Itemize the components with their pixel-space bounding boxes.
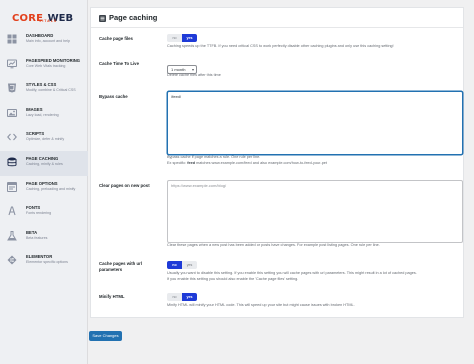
url-params-description-2: If you enable this setting you should al… — [167, 277, 299, 281]
cache-page-files-toggle[interactable]: no yes — [167, 34, 197, 42]
clear-on-post-placeholder: https://www.example.com/blog/ — [171, 183, 227, 188]
example-keyword: feed — [187, 161, 196, 165]
cache-page-files-description: Caching speeds up the TTFB. If you need … — [167, 44, 394, 48]
code-icon — [7, 132, 17, 142]
sidebar-item-page-options[interactable]: Page Options Caching, preloading and min… — [0, 176, 88, 201]
sidebar-item-subtitle: Fonts rendering — [26, 211, 52, 216]
clear-on-post-label: Clear pages on new post — [99, 183, 150, 188]
sidebar-item-page-caching[interactable]: Page Caching Caching, minify & rules — [0, 150, 88, 176]
sidebar-item-styles-css[interactable]: Styles & CSS Modify, combine & Critical … — [0, 77, 88, 102]
url-params-toggle[interactable]: no yes — [167, 261, 197, 269]
example-suffix: matches www.example.com/feed and also ex… — [195, 161, 327, 165]
sidebar-item-beta[interactable]: Beta Beta features — [0, 225, 88, 250]
chevron-down-icon: ▾ — [191, 67, 194, 72]
sidebar-item-dashboard[interactable]: Dashboard Main info, account and help — [0, 28, 88, 53]
example-prefix: Ex specific: — [167, 161, 188, 165]
sidebar-item-subtitle: Caching, preloading and minify — [26, 186, 76, 191]
sidebar: CORE WEB VITALS Dashboard Main info, acc… — [0, 0, 88, 364]
sidebar-item-title: Beta — [26, 229, 38, 235]
sidebar-item-title: Pagespeed Monitoring — [26, 57, 81, 63]
settings-panel: Page caching Cache page files no yes Cac… — [90, 7, 464, 318]
sidebar-item-subtitle: Core Web Vitals tracking — [26, 63, 66, 68]
sidebar-item-scripts[interactable]: Scripts Optimize, defer & minify — [0, 126, 88, 151]
sidebar-item-subtitle: Elementor specific options — [26, 260, 68, 265]
clear-on-post-textarea[interactable]: https://www.example.com/blog/ — [167, 180, 463, 243]
sidebar-item-title: Styles & CSS — [26, 82, 57, 88]
image-icon — [7, 108, 17, 118]
sidebar-item-title: Dashboard — [26, 33, 54, 38]
url-params-label-line1: Cache pages with url — [99, 261, 142, 266]
save-changes-button[interactable]: Save Changes — [89, 331, 122, 341]
cache-ttl-label: Cache Time To Live — [99, 61, 139, 66]
dashboard-icon — [7, 34, 17, 44]
sidebar-item-subtitle: Optimize, defer & minify — [26, 137, 65, 142]
css-icon — [7, 83, 17, 93]
sidebar-item-fonts[interactable]: Fonts Fonts rendering — [0, 200, 88, 225]
url-params-label: Cache pages with url parameters — [99, 261, 142, 272]
url-params-label-line2: parameters — [99, 266, 123, 272]
sidebar-item-title: Images — [26, 106, 43, 112]
page-title: Page caching — [109, 13, 158, 22]
toggle-yes[interactable]: yes — [182, 261, 197, 269]
toggle-yes[interactable]: yes — [182, 34, 197, 42]
page-options-icon — [7, 181, 17, 192]
cache-ttl-value: 1 month — [171, 67, 186, 72]
bypass-cache-label: Bypass cache — [99, 94, 128, 99]
cache-page-files-label: Cache page files — [99, 36, 133, 41]
sidebar-item-subtitle: Beta features — [26, 235, 48, 240]
bypass-cache-value: /feed/ — [171, 94, 182, 99]
logo: CORE WEB VITALS — [12, 8, 82, 24]
beta-icon — [7, 230, 17, 241]
elementor-icon — [7, 255, 17, 265]
url-params-description-1: Usually you want to disable this setting… — [167, 271, 417, 275]
bypass-cache-example: Ex specific: feed matches www.example.co… — [167, 161, 327, 167]
minify-html-label: Minify HTML — [99, 294, 125, 299]
list-icon — [99, 15, 106, 22]
title-divider — [91, 27, 463, 28]
logo-subtitle: VITALS — [39, 19, 58, 23]
sidebar-item-elementor[interactable]: Elementor Elementor specific options — [0, 249, 88, 274]
sidebar-item-images[interactable]: Images Lazy load, rendering — [0, 102, 88, 127]
clear-on-post-help: Clear these pages when a new post has be… — [167, 243, 380, 247]
cache-ttl-description: Delete cache files after this time — [167, 73, 221, 77]
toggle-no[interactable]: no — [167, 261, 182, 269]
sidebar-item-pagespeed-monitoring[interactable]: Pagespeed Monitoring Core Web Vitals tra… — [0, 53, 88, 78]
sidebar-item-title: Page Options — [26, 180, 58, 186]
sidebar-item-subtitle: Caching, minify & rules — [26, 161, 63, 166]
minify-html-toggle[interactable]: no yes — [167, 293, 197, 301]
sidebar-item-title: Scripts — [26, 131, 45, 137]
sidebar-item-title: Page Caching — [26, 155, 59, 161]
bypass-cache-help: Bypass cache if page matches a rule. One… — [167, 155, 261, 159]
sidebar-nav: Dashboard Main info, account and help Pa… — [0, 28, 88, 274]
sidebar-item-subtitle: Main info, account and help — [26, 39, 70, 43]
toggle-no[interactable]: no — [167, 293, 182, 301]
sidebar-item-subtitle: Lazy load, rendering — [26, 112, 59, 117]
minify-html-description: Minify HTML will minify your HTML code. … — [167, 303, 355, 307]
bypass-cache-textarea[interactable]: /feed/ — [167, 91, 463, 155]
font-icon — [7, 206, 17, 216]
sidebar-item-title: Fonts — [26, 205, 41, 211]
sidebar-item-subtitle: Modify, combine & Critical CSS — [26, 88, 76, 93]
toggle-yes[interactable]: yes — [182, 293, 197, 301]
cache-icon — [7, 157, 17, 167]
speed-monitor-icon — [7, 59, 17, 69]
toggle-no[interactable]: no — [167, 34, 182, 42]
sidebar-item-title: Elementor — [26, 254, 53, 260]
